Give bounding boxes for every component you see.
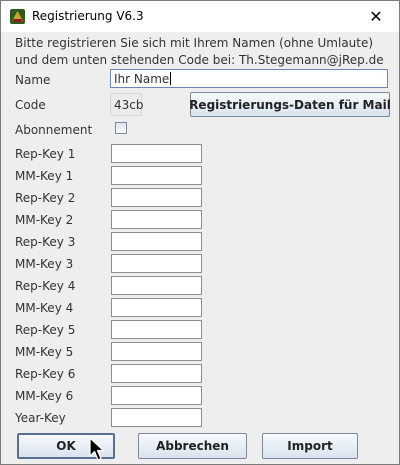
key-input[interactable] [111, 386, 202, 405]
key-input[interactable] [111, 298, 202, 317]
key-label: Rep-Key 3 [15, 235, 76, 249]
key-input[interactable] [111, 254, 202, 273]
key-input[interactable] [111, 166, 202, 185]
title-bar[interactable]: Registrierung V6.3 ✕ [1, 1, 399, 32]
cancel-button[interactable]: Abbrechen [138, 433, 247, 459]
key-label: MM-Key 1 [15, 169, 74, 183]
key-label: MM-Key 2 [15, 213, 74, 227]
key-input[interactable] [111, 320, 202, 339]
key-label: Year-Key [15, 411, 66, 425]
intro-line-1: Bitte registrieren Sie sich mit Ihrem Na… [15, 36, 374, 50]
key-input[interactable] [111, 408, 202, 427]
name-input-value: Ihr Name [114, 72, 170, 86]
code-label: Code [15, 98, 46, 112]
close-button[interactable]: ✕ [353, 1, 399, 32]
intro-line-2: und dem unten stehenden Code bei: Th.Ste… [15, 53, 384, 67]
subscription-label: Abonnement [15, 123, 93, 137]
code-value: 43cb [110, 93, 143, 116]
close-icon: ✕ [369, 7, 383, 26]
jrep-app-icon [10, 9, 25, 24]
name-label: Name [15, 73, 51, 87]
key-input[interactable] [111, 210, 202, 229]
subscription-checkbox[interactable] [115, 122, 127, 134]
key-label: MM-Key 3 [15, 257, 74, 271]
import-button[interactable]: Import [262, 433, 358, 459]
registration-data-mail-button[interactable]: Registrierungs-Daten für Mail [189, 92, 391, 117]
key-input[interactable] [111, 364, 202, 383]
key-label: Rep-Key 2 [15, 191, 76, 205]
key-label: Rep-Key 1 [15, 147, 76, 161]
key-label: Rep-Key 6 [15, 367, 76, 381]
key-input[interactable] [111, 232, 202, 251]
key-label: MM-Key 4 [15, 301, 74, 315]
key-input[interactable] [111, 276, 202, 295]
key-label: MM-Key 5 [15, 345, 74, 359]
window-title: Registrierung V6.3 [32, 9, 144, 23]
key-input[interactable] [111, 144, 202, 163]
key-label: Rep-Key 5 [15, 323, 76, 337]
key-input[interactable] [111, 342, 202, 361]
mouse-pointer-icon [89, 437, 105, 461]
key-label: MM-Key 6 [15, 389, 74, 403]
name-input[interactable]: Ihr Name [110, 69, 388, 88]
key-input[interactable] [111, 188, 202, 207]
key-label: Rep-Key 4 [15, 279, 76, 293]
registration-dialog: Registrierung V6.3 ✕ Bitte registrieren … [0, 0, 400, 465]
text-caret [170, 72, 172, 85]
